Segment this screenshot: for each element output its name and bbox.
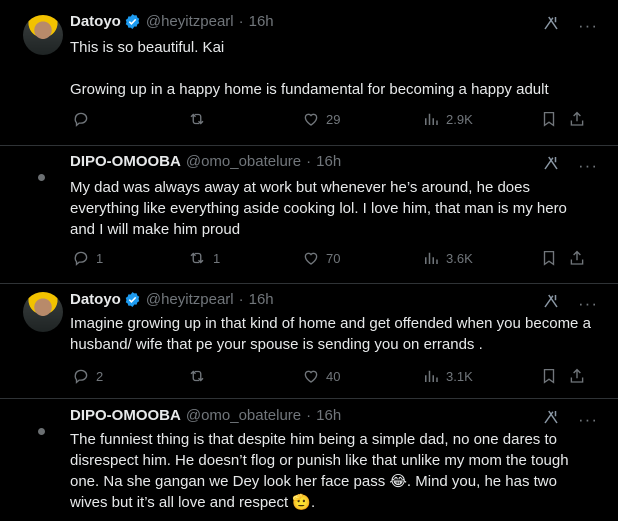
bookmark-icon bbox=[540, 367, 558, 385]
views-button[interactable]: 3.1K bbox=[422, 366, 473, 386]
separator-dot: · bbox=[238, 13, 244, 30]
tweet-top-icons: ··· bbox=[542, 154, 598, 177]
share-icon bbox=[568, 367, 586, 385]
separator-dot: · bbox=[306, 407, 312, 424]
timestamp[interactable]: 16h bbox=[316, 153, 341, 170]
handle[interactable]: @omo_obatelure bbox=[186, 153, 301, 170]
tweet-actions: 2 40 3.1K bbox=[70, 366, 590, 386]
separator-dot: · bbox=[306, 153, 312, 170]
views-count: 3.6K bbox=[446, 250, 473, 266]
tweet-header: Datoyo @heyitzpearl · 16h bbox=[70, 13, 274, 30]
repost-button[interactable]: 1 bbox=[187, 248, 220, 268]
repost-button[interactable] bbox=[187, 109, 213, 129]
verified-badge-icon bbox=[124, 291, 141, 308]
tweet-text: Imagine growing up in that kind of home … bbox=[70, 315, 596, 353]
views-button[interactable]: 3.6K bbox=[422, 248, 473, 268]
bookmark-icon bbox=[540, 249, 558, 267]
tweet-text: This is so beautiful. Kai Growing up in … bbox=[70, 39, 549, 98]
avatar[interactable] bbox=[38, 174, 45, 181]
bookmark-button[interactable] bbox=[540, 248, 558, 268]
tweet-top-icons: ··· bbox=[542, 14, 598, 37]
repost-icon bbox=[187, 367, 207, 385]
reply-icon bbox=[72, 110, 90, 128]
reply-icon bbox=[72, 249, 90, 267]
repost-count: 1 bbox=[213, 250, 221, 266]
like-icon bbox=[302, 110, 320, 128]
repost-button[interactable] bbox=[187, 366, 213, 386]
handle[interactable]: @heyitzpearl bbox=[146, 291, 234, 308]
more-options-button[interactable]: ··· bbox=[578, 157, 598, 174]
tweet-actions: 1 1 70 3.6K bbox=[70, 248, 590, 268]
display-name[interactable]: DIPO-OMOOBA bbox=[70, 407, 181, 424]
more-options-button[interactable]: ··· bbox=[578, 17, 598, 34]
like-button[interactable]: 70 bbox=[302, 248, 340, 268]
avatar[interactable] bbox=[23, 15, 63, 55]
grok-icon[interactable] bbox=[542, 14, 560, 37]
tears-of-joy-emoji: 😂 bbox=[389, 473, 407, 490]
more-options-button[interactable]: ··· bbox=[578, 295, 598, 312]
share-icon bbox=[568, 110, 586, 128]
tweet-actions: 29 2.9K bbox=[70, 109, 590, 129]
tweet[interactable]: Datoyo @heyitzpearl · 16h ··· Imagine gr… bbox=[0, 284, 618, 399]
repost-icon bbox=[187, 249, 207, 267]
like-icon bbox=[302, 367, 320, 385]
handle[interactable]: @omo_obatelure bbox=[186, 407, 301, 424]
grok-icon[interactable] bbox=[542, 292, 560, 315]
reply-count: 2 bbox=[96, 368, 104, 384]
display-name[interactable]: Datoyo bbox=[70, 291, 121, 308]
verified-badge-icon bbox=[124, 13, 141, 30]
avatar[interactable] bbox=[38, 428, 45, 435]
tweet-header: DIPO-OMOOBA @omo_obatelure · 16h bbox=[70, 153, 341, 170]
views-icon bbox=[422, 367, 440, 385]
saluting-face-emoji: 🫡 bbox=[292, 494, 312, 511]
like-count: 70 bbox=[326, 250, 341, 266]
bookmark-button[interactable] bbox=[540, 109, 558, 129]
tweet[interactable]: Datoyo @heyitzpearl · 16h ··· This is so… bbox=[0, 0, 618, 146]
avatar[interactable] bbox=[23, 292, 63, 332]
handle[interactable]: @heyitzpearl bbox=[146, 13, 234, 30]
grok-icon[interactable] bbox=[542, 408, 560, 431]
tweet-text: My dad was always away at work but whene… bbox=[70, 179, 572, 238]
share-button[interactable] bbox=[568, 366, 586, 386]
separator-dot: · bbox=[238, 291, 244, 308]
tweet-text: The funniest thing is that despite him b… bbox=[70, 429, 595, 513]
share-button[interactable] bbox=[568, 248, 586, 268]
like-button[interactable]: 40 bbox=[302, 366, 340, 386]
bookmark-button[interactable] bbox=[540, 366, 558, 386]
views-count: 2.9K bbox=[446, 111, 473, 127]
reply-button[interactable] bbox=[72, 109, 96, 129]
views-icon bbox=[422, 110, 440, 128]
share-icon bbox=[568, 249, 586, 267]
tweet[interactable]: DIPO-OMOOBA @omo_obatelure · 16h ··· The… bbox=[0, 399, 618, 521]
like-button[interactable]: 29 bbox=[302, 109, 340, 129]
grok-icon[interactable] bbox=[542, 154, 560, 177]
tweet[interactable]: DIPO-OMOOBA @omo_obatelure · 16h ··· My … bbox=[0, 146, 618, 284]
timestamp[interactable]: 16h bbox=[249, 13, 274, 30]
more-options-button[interactable]: ··· bbox=[578, 411, 598, 428]
repost-icon bbox=[187, 110, 207, 128]
timestamp[interactable]: 16h bbox=[316, 407, 341, 424]
like-icon bbox=[302, 249, 320, 267]
timeline-feed: Datoyo @heyitzpearl · 16h ··· This is so… bbox=[0, 0, 618, 521]
views-button[interactable]: 2.9K bbox=[422, 109, 473, 129]
bookmark-icon bbox=[540, 110, 558, 128]
display-name[interactable]: Datoyo bbox=[70, 13, 121, 30]
like-count: 40 bbox=[326, 368, 341, 384]
share-button[interactable] bbox=[568, 109, 586, 129]
reply-icon bbox=[72, 367, 90, 385]
reply-button[interactable]: 2 bbox=[72, 366, 103, 386]
like-count: 29 bbox=[326, 111, 341, 127]
views-icon bbox=[422, 249, 440, 267]
tweet-text-part: . bbox=[311, 494, 316, 511]
tweet-header: DIPO-OMOOBA @omo_obatelure · 16h bbox=[70, 407, 341, 424]
reply-count: 1 bbox=[96, 250, 104, 266]
display-name[interactable]: DIPO-OMOOBA bbox=[70, 153, 181, 170]
tweet-header: Datoyo @heyitzpearl · 16h bbox=[70, 291, 274, 308]
reply-button[interactable]: 1 bbox=[72, 248, 103, 268]
tweet-top-icons: ··· bbox=[542, 292, 598, 315]
timestamp[interactable]: 16h bbox=[249, 291, 274, 308]
tweet-top-icons: ··· bbox=[542, 408, 598, 431]
views-count: 3.1K bbox=[446, 368, 473, 384]
